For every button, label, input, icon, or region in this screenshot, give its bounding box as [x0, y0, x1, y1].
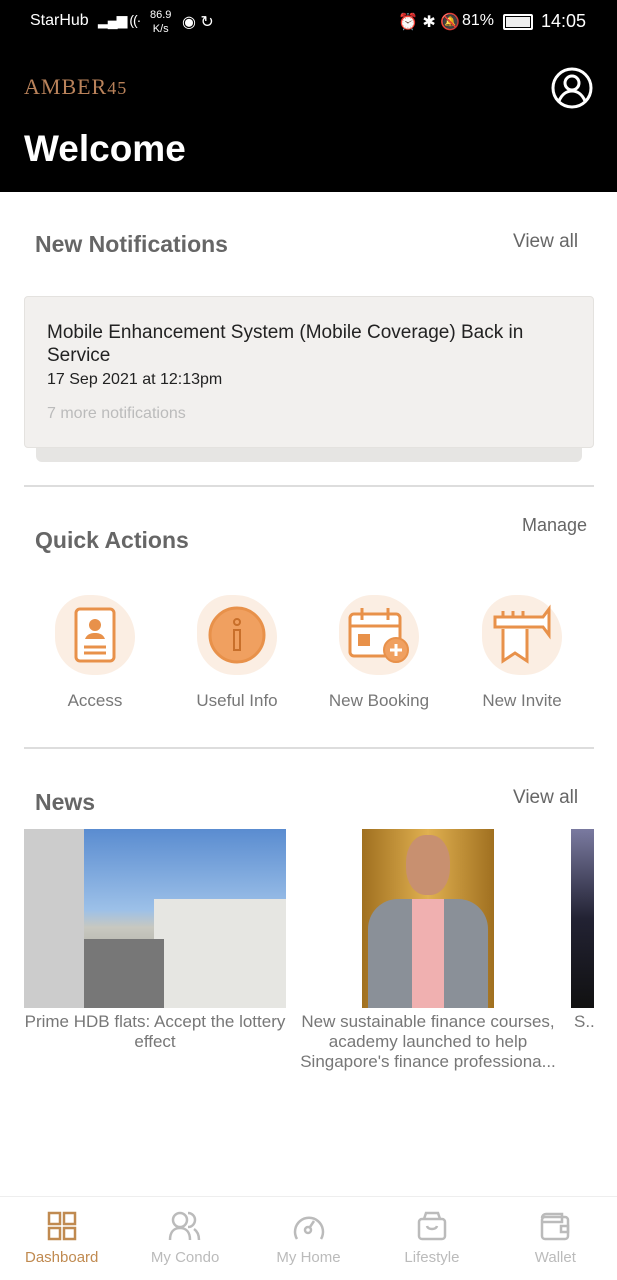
notification-date: 17 Sep 2021 at 12:13pm [47, 371, 223, 388]
network-speed-unit: K/s [152, 23, 169, 35]
quick-actions-title: Quick Actions [35, 527, 189, 553]
news-title: News [35, 789, 96, 815]
news-caption[interactable]: Prime HDB flats: Accept the lottery effe… [24, 1012, 286, 1052]
nav-wallet[interactable]: Wallet [494, 1197, 617, 1280]
wallet-icon [541, 1212, 570, 1241]
trumpet-icon [493, 604, 551, 664]
app-header: StarHub ▂▄▆ ((· 86.9 K/s ◉ ↻ ⏰ ✱ 🔕 81% 1… [0, 0, 617, 192]
nav-my-home[interactable]: My Home [247, 1197, 370, 1280]
notification-card[interactable]: Mobile Enhancement System (Mobile Covera… [24, 296, 594, 448]
quick-action-label: New Booking [328, 691, 430, 710]
bottom-nav: Dashboard My Condo My Home Lifestyle Wal… [0, 1196, 617, 1280]
id-card-icon [74, 607, 116, 663]
news-image-finance[interactable] [362, 829, 494, 1008]
grid-icon [47, 1211, 76, 1241]
carrier: StarHub [30, 12, 89, 29]
amber45-logo: AMBER45 [24, 74, 128, 99]
news-caption[interactable]: New sustainable finance courses, academy… [296, 1012, 560, 1072]
people-icon [168, 1211, 201, 1241]
nav-label: Wallet [534, 1249, 576, 1266]
calendar-add-icon [348, 608, 409, 663]
quick-action-access[interactable]: Access [24, 595, 166, 711]
quick-action-new-invite[interactable]: New Invite [451, 595, 593, 711]
news-image-hdb[interactable] [24, 829, 286, 1008]
divider [24, 485, 594, 487]
gauge-icon [293, 1216, 324, 1240]
news-image-partial[interactable] [571, 829, 594, 1008]
clock: 14:05 [541, 11, 587, 31]
quick-action-label: New Invite [482, 691, 562, 710]
page-title: Welcome [24, 128, 186, 169]
notification-title: Mobile Enhancement System (Mobile Covera… [47, 322, 524, 366]
divider [24, 747, 594, 749]
nav-lifestyle[interactable]: Lifestyle [370, 1197, 493, 1280]
nav-dashboard[interactable]: Dashboard [0, 1197, 123, 1280]
nav-my-condo[interactable]: My Condo [123, 1197, 246, 1280]
manage-button[interactable]: Manage [522, 515, 587, 536]
news-view-all[interactable]: View all [513, 787, 578, 809]
shopping-bag-icon [417, 1211, 447, 1241]
nav-label: My Condo [150, 1249, 220, 1266]
battery-percent: 81% [462, 12, 495, 29]
quick-action-label: Access [67, 691, 123, 710]
nav-label: My Home [276, 1249, 341, 1266]
network-speed: 86.9 [150, 9, 172, 21]
nav-label: Dashboard [25, 1249, 99, 1266]
eye-sync-icons: ◉ ↻ [182, 14, 214, 31]
nav-label: Lifestyle [404, 1249, 460, 1266]
more-notifications[interactable]: 7 more notifications [47, 405, 571, 423]
quick-action-new-booking[interactable]: New Booking [308, 595, 450, 711]
notifications-title: New Notifications [35, 231, 228, 257]
profile-icon[interactable] [551, 67, 593, 109]
news-caption[interactable]: S... bre... [574, 1012, 594, 1032]
signal-wifi-icon: ▂▄▆ ((· [98, 12, 141, 28]
battery-icon [503, 14, 533, 30]
quick-action-useful-info[interactable]: Useful Info [166, 595, 308, 711]
quick-action-label: Useful Info [196, 691, 278, 710]
info-icon [208, 606, 266, 664]
notifications-view-all[interactable]: View all [513, 231, 578, 253]
alarm-bluetooth-mute-icons: ⏰ ✱ 🔕 [398, 14, 461, 31]
